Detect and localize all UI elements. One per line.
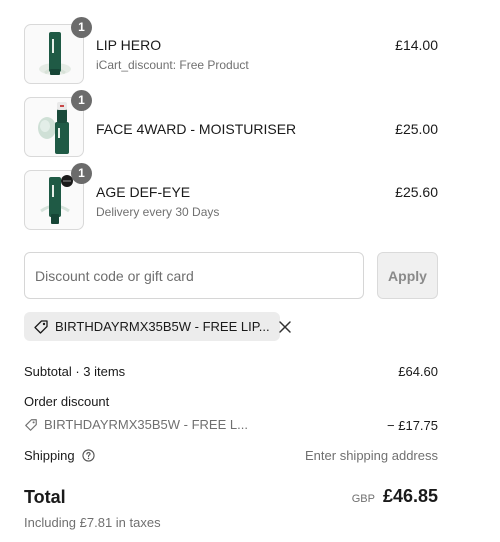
lip-hero-product-image: 1: [24, 17, 92, 84]
order-discount-code: BIRTHDAYRMX35B5W - FREE L...: [24, 417, 248, 432]
apply-discount-button[interactable]: Apply: [377, 252, 438, 299]
item-price: £25.00: [395, 121, 438, 137]
subtotal-value: £64.60: [398, 364, 438, 379]
eye-cream-product-image: 1: [24, 163, 92, 230]
close-icon[interactable]: [278, 320, 292, 334]
total-label: Total: [24, 487, 66, 507]
taxes-note: Including £7.81 in taxes: [24, 515, 161, 530]
quantity-badge: 1: [71, 17, 92, 38]
shipping-value: Enter shipping address: [305, 448, 438, 463]
item-name: AGE DEF-EYE: [96, 184, 191, 200]
tag-icon: [33, 319, 49, 335]
item-price: £14.00: [395, 37, 438, 53]
item-subtitle: iCart_discount: Free Product: [96, 58, 249, 72]
order-discount-code-text: BIRTHDAYRMX35B5W - FREE L...: [44, 417, 248, 432]
question-circle-icon[interactable]: [82, 449, 95, 465]
item-price: £25.60: [395, 184, 438, 200]
applied-code-text: BIRTHDAYRMX35B5W - FREE LIP...: [55, 319, 270, 334]
total-amount-group: GBP £46.85: [352, 486, 438, 507]
moisturiser-product-image: 1: [24, 90, 92, 157]
shipping-label: Shipping: [24, 448, 75, 463]
item-name: FACE 4WARD - MOISTURISER: [96, 121, 297, 137]
subtotal-label: Subtotal · 3 items: [24, 364, 126, 379]
line-item: 1 AGE DEF-EYE Delivery every 30 Days £25…: [24, 163, 438, 230]
discount-code-input[interactable]: [24, 252, 364, 299]
order-discount-label: Order discount: [24, 394, 110, 409]
shipping-row: Shipping: [24, 448, 95, 465]
applied-discount-pill: BIRTHDAYRMX35B5W - FREE LIP...: [24, 312, 291, 341]
currency-code: GBP: [351, 493, 375, 505]
quantity-badge: 1: [71, 90, 92, 111]
item-subtitle: Delivery every 30 Days: [96, 205, 220, 219]
order-discount-value: − £17.75: [387, 418, 438, 433]
line-item: 1 FACE 4WARD - MOISTURISER £25.00: [24, 90, 438, 157]
quantity-badge: 1: [71, 163, 92, 184]
line-item: 1 LIP HERO iCart_discount: Free Product …: [24, 17, 438, 84]
item-name: LIP HERO: [96, 37, 162, 53]
tag-icon: [24, 418, 38, 432]
total-amount: £46.85: [382, 486, 438, 506]
